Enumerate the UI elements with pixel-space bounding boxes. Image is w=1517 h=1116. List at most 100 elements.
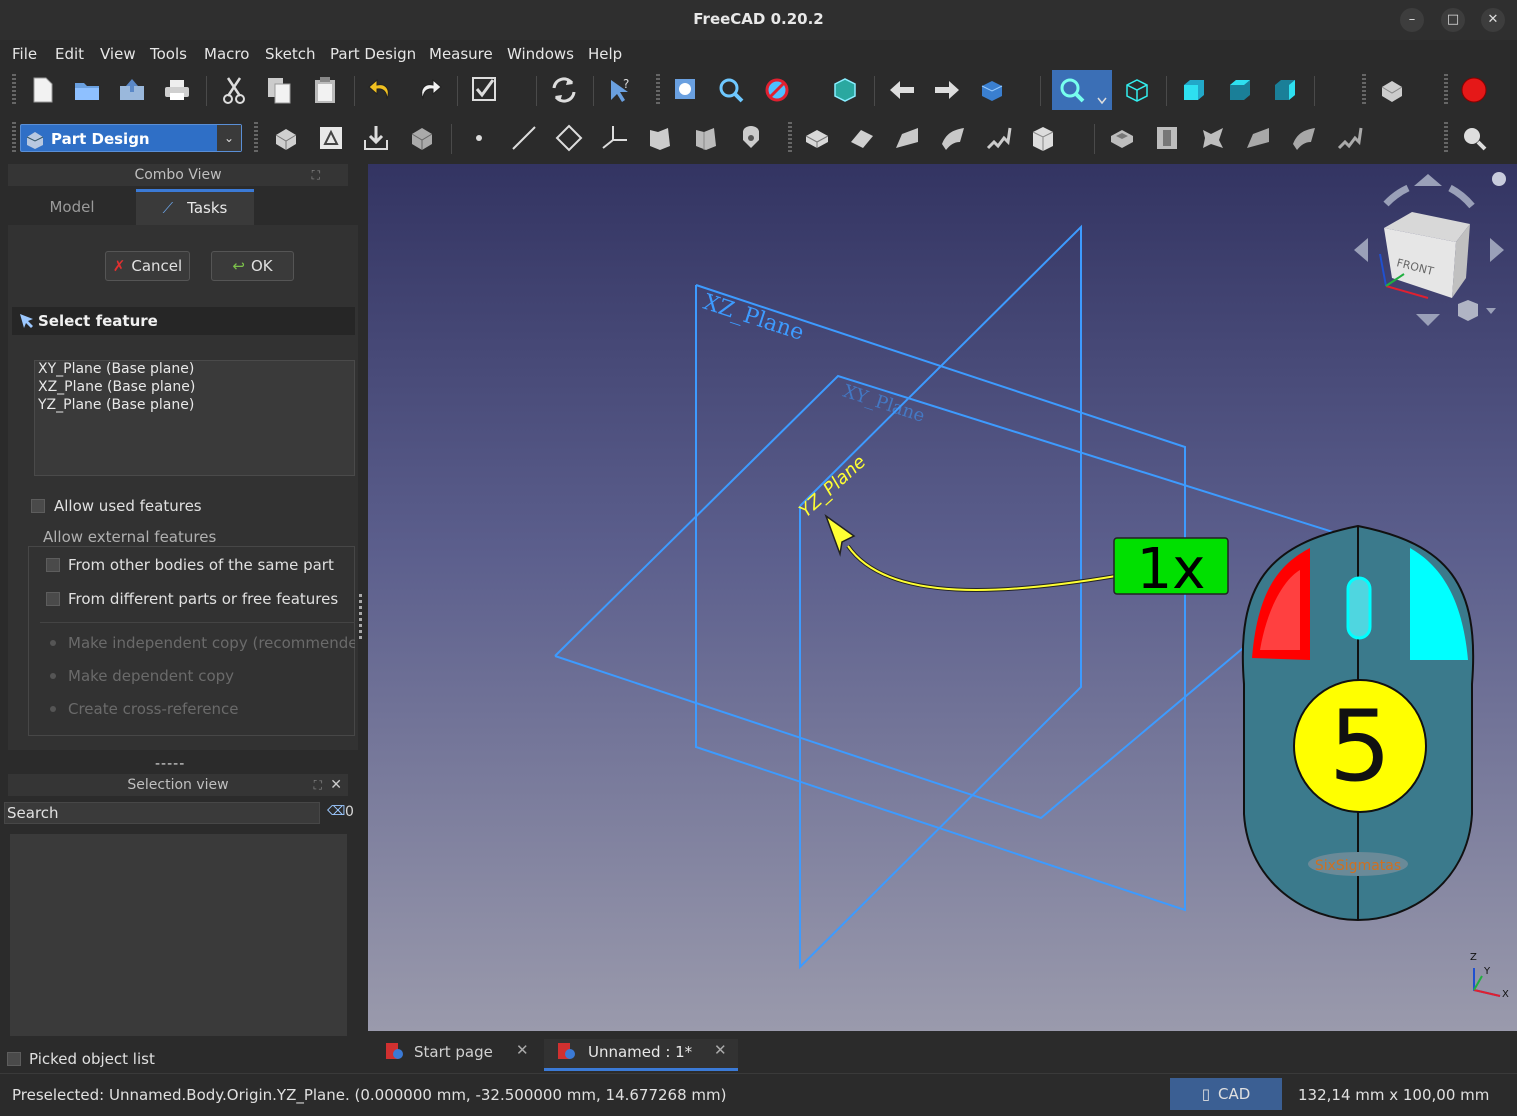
undock-icon[interactable]: ⛶	[312, 164, 320, 186]
additive-primitive-icon[interactable]	[1027, 122, 1059, 154]
menu-tools[interactable]: Tools	[150, 45, 187, 63]
datum-line-icon[interactable]	[508, 122, 540, 154]
toolbar-grip[interactable]	[12, 74, 16, 106]
close-tab-icon[interactable]: ✕	[516, 1041, 529, 1059]
cut-icon[interactable]	[218, 74, 250, 106]
part-icon[interactable]	[1376, 74, 1408, 106]
copy-icon[interactable]	[263, 74, 295, 106]
datum-plane-icon[interactable]	[553, 122, 585, 154]
macro-record-icon[interactable]	[1458, 74, 1490, 106]
pocket-icon[interactable]	[1106, 122, 1138, 154]
menu-file[interactable]: File	[12, 45, 37, 63]
fit-all-icon[interactable]	[670, 74, 702, 106]
pad-icon[interactable]	[801, 122, 833, 154]
navigation-style-button[interactable]: ▯ CAD	[1170, 1078, 1282, 1110]
menu-bar: File Edit View Tools Macro Sketch Part D…	[0, 40, 1517, 68]
forward-icon[interactable]	[931, 74, 963, 106]
new-file-icon[interactable]	[26, 74, 58, 106]
whats-this-icon[interactable]: ?	[605, 74, 637, 106]
subtractive-loft-icon[interactable]	[1242, 122, 1274, 154]
minimize-button[interactable]: –	[1400, 8, 1424, 32]
menu-view[interactable]: View	[100, 45, 136, 63]
horizontal-splitter[interactable]: -----	[155, 756, 185, 772]
feature-list[interactable]: XY_Plane (Base plane) XZ_Plane (Base pla…	[34, 360, 355, 476]
list-item[interactable]: XZ_Plane (Base plane)	[38, 379, 195, 395]
workbench-selector[interactable]: Part Design ⌄	[20, 124, 242, 152]
close-icon[interactable]: ✕	[330, 774, 342, 796]
allow-used-checkbox[interactable]	[31, 499, 45, 513]
selection-list[interactable]	[10, 834, 347, 1036]
close-tab-icon[interactable]: ✕	[714, 1041, 727, 1059]
revolution-icon[interactable]	[846, 122, 878, 154]
draw-style-icon[interactable]	[761, 74, 793, 106]
workbench-view-icon[interactable]	[976, 74, 1008, 106]
tab-unnamed[interactable]: Unnamed : 1* ✕	[544, 1039, 738, 1071]
groove-icon[interactable]	[1197, 122, 1229, 154]
sketch-icon[interactable]	[315, 122, 347, 154]
clone-icon[interactable]	[406, 122, 438, 154]
subshape-binder-icon[interactable]	[690, 122, 722, 154]
different-parts-checkbox[interactable]	[46, 592, 60, 606]
tab-tasks[interactable]: ⟋ Tasks	[136, 189, 254, 225]
other-bodies-checkbox[interactable]	[46, 558, 60, 572]
independent-copy-radio[interactable]	[50, 640, 56, 646]
menu-edit[interactable]: Edit	[55, 45, 84, 63]
ok-button[interactable]: ↩ OK	[211, 251, 294, 281]
mouse-icon: ▯	[1201, 1085, 1210, 1103]
helix-icon[interactable]	[982, 122, 1014, 154]
standard-views-icon[interactable]	[1052, 70, 1112, 110]
3d-viewport[interactable]: XZ_Plane XY_Plane YZ_Plane FRONT 1x 5 Si…	[368, 164, 1517, 1031]
validate-sketch-icon[interactable]	[360, 122, 392, 154]
list-item[interactable]: YZ_Plane (Base plane)	[38, 397, 194, 413]
tab-start-page[interactable]: Start page ✕	[380, 1039, 540, 1071]
cross-reference-radio[interactable]	[50, 706, 56, 712]
menu-measure[interactable]: Measure	[429, 45, 493, 63]
subtractive-helix-icon[interactable]	[1333, 122, 1365, 154]
part-clone-icon[interactable]	[735, 122, 767, 154]
open-file-icon[interactable]	[71, 74, 103, 106]
measure-icon[interactable]	[1458, 122, 1490, 154]
select-feature-header[interactable]: Select feature	[12, 307, 355, 335]
menu-help[interactable]: Help	[588, 45, 622, 63]
local-cs-icon[interactable]	[599, 122, 631, 154]
redo-icon[interactable]	[412, 74, 444, 106]
recompute-icon[interactable]	[548, 74, 580, 106]
menu-macro[interactable]: Macro	[204, 45, 249, 63]
shape-binder-icon[interactable]	[644, 122, 676, 154]
picked-list-checkbox[interactable]	[7, 1052, 21, 1066]
yz-plane-label[interactable]: YZ_Plane	[795, 451, 870, 521]
close-window-button[interactable]: ✕	[1481, 8, 1505, 32]
refresh-check-icon[interactable]	[469, 74, 501, 106]
hole-icon[interactable]	[1151, 122, 1183, 154]
undo-icon[interactable]	[366, 74, 398, 106]
top-view-icon[interactable]	[1224, 74, 1256, 106]
body-icon[interactable]	[270, 122, 302, 154]
loft-icon[interactable]	[891, 122, 923, 154]
maximize-button[interactable]: □	[1441, 8, 1465, 32]
menu-part-design[interactable]: Part Design	[330, 45, 416, 63]
tab-model[interactable]: Model	[10, 189, 134, 225]
subtractive-pipe-icon[interactable]	[1288, 122, 1320, 154]
pipe-icon[interactable]	[937, 122, 969, 154]
front-view-icon[interactable]	[1178, 74, 1210, 106]
menu-windows[interactable]: Windows	[507, 45, 574, 63]
search-input[interactable]: Search	[4, 802, 320, 824]
print-icon[interactable]	[161, 74, 193, 106]
right-view-icon[interactable]	[1269, 74, 1301, 106]
dependent-copy-radio[interactable]	[50, 673, 56, 679]
cancel-button[interactable]: ✗ Cancel	[105, 251, 190, 281]
open-recent-icon[interactable]	[116, 74, 148, 106]
back-icon[interactable]	[886, 74, 918, 106]
undock-icon[interactable]: ⛶	[314, 774, 322, 796]
navigation-cube[interactable]: FRONT	[1354, 172, 1506, 326]
panel-splitter[interactable]	[359, 594, 362, 640]
clear-search-icon[interactable]: ⌫	[327, 804, 345, 819]
datum-point-icon[interactable]	[463, 122, 495, 154]
paste-icon[interactable]	[309, 74, 341, 106]
bounding-box-icon[interactable]	[829, 74, 861, 106]
fit-selection-icon[interactable]	[715, 74, 747, 106]
chevron-down-icon[interactable]: ⌄	[217, 125, 241, 151]
list-item[interactable]: XY_Plane (Base plane)	[38, 361, 194, 377]
menu-sketch[interactable]: Sketch	[265, 45, 316, 63]
isometric-icon[interactable]	[1121, 74, 1153, 106]
